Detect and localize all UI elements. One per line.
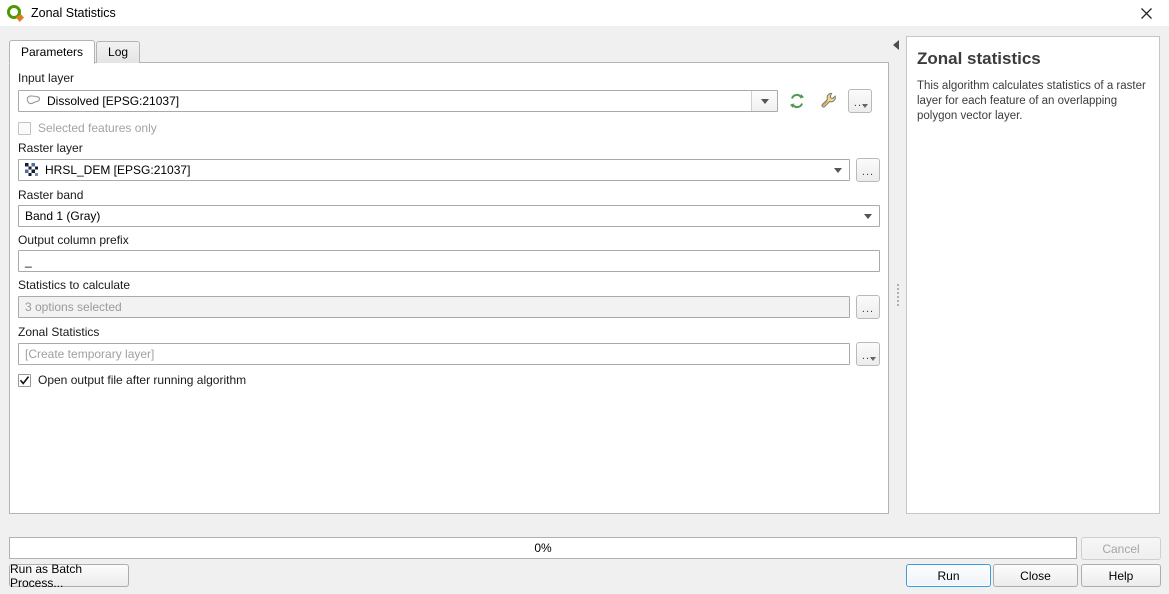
splitter-grip[interactable]: [897, 284, 899, 306]
zonal-statistics-output-placeholder: [Create temporary layer]: [25, 347, 155, 361]
raster-layer-browse-button[interactable]: ...: [856, 158, 880, 182]
input-layer-browse-button[interactable]: ...: [848, 89, 872, 113]
raster-layer-combo[interactable]: HRSL_DEM [EPSG:21037]: [18, 159, 850, 181]
raster-layer-row: HRSL_DEM [EPSG:21037] ...: [18, 158, 880, 182]
input-layer-combo[interactable]: Dissolved [EPSG:21037]: [18, 90, 778, 112]
zonal-statistics-output-row: [Create temporary layer] ...: [18, 342, 880, 366]
run-button[interactable]: Run: [906, 564, 991, 587]
input-layer-label: Input layer: [18, 71, 75, 85]
zonal-statistics-output-input[interactable]: [Create temporary layer]: [18, 343, 850, 365]
help-title: Zonal statistics: [917, 49, 1041, 68]
zonal-statistics-output-browse-button[interactable]: ...: [856, 342, 880, 366]
output-column-prefix-value: _: [25, 254, 32, 268]
input-layer-value: Dissolved [EPSG:21037]: [47, 94, 180, 108]
selected-features-only-row[interactable]: Selected features only: [18, 121, 880, 135]
raster-band-label: Raster band: [18, 188, 84, 202]
statistics-to-calculate-row: 3 options selected ...: [18, 295, 880, 319]
qgis-logo-icon: [7, 5, 24, 22]
open-output-file-row[interactable]: Open output file after running algorithm: [18, 373, 880, 387]
help-body: This algorithm calculates statistics of …: [917, 80, 1146, 122]
chevron-down-icon[interactable]: [827, 160, 849, 180]
polygon-layer-icon: [25, 94, 41, 108]
statistics-to-calculate-input: 3 options selected: [18, 296, 850, 318]
iterate-refresh-icon[interactable]: [784, 88, 810, 114]
statistics-to-calculate-value: 3 options selected: [25, 300, 122, 314]
output-column-prefix-row: _: [18, 250, 880, 272]
window-title: Zonal Statistics: [31, 6, 116, 20]
close-button[interactable]: Close: [993, 564, 1078, 587]
tab-bar: Parameters Log: [9, 40, 141, 64]
panel-splitter[interactable]: [891, 36, 905, 514]
collapse-left-arrow-icon[interactable]: [893, 40, 899, 50]
chevron-down-icon[interactable]: [857, 206, 879, 226]
statistics-to-calculate-browse-button[interactable]: ...: [856, 295, 880, 319]
browse-dots-label: ...: [861, 166, 875, 178]
zonal-statistics-output-label: Zonal Statistics: [18, 325, 100, 339]
raster-layer-label: Raster layer: [18, 141, 83, 155]
progress-bar: 0%: [9, 537, 1077, 559]
output-column-prefix-label: Output column prefix: [18, 233, 129, 247]
window-titlebar: Zonal Statistics: [0, 0, 1169, 26]
chevron-down-icon: [870, 357, 876, 361]
browse-dots-label: ...: [861, 303, 875, 315]
tab-log[interactable]: Log: [96, 41, 141, 63]
raster-band-combo[interactable]: Band 1 (Gray): [18, 205, 880, 227]
cancel-button[interactable]: Cancel: [1081, 537, 1161, 560]
help-button[interactable]: Help: [1081, 564, 1161, 587]
tab-parameters[interactable]: Parameters: [9, 40, 96, 64]
progress-label: 0%: [534, 541, 552, 555]
close-icon[interactable]: [1124, 0, 1169, 26]
chevron-down-icon[interactable]: [751, 91, 777, 111]
selected-features-only-checkbox[interactable]: [18, 121, 31, 135]
raster-layer-value: HRSL_DEM [EPSG:21037]: [45, 163, 191, 177]
raster-band-row: Band 1 (Gray): [18, 205, 880, 227]
wrench-icon[interactable]: [816, 88, 842, 114]
selected-features-only-label: Selected features only: [38, 121, 157, 135]
raster-band-value: Band 1 (Gray): [25, 209, 101, 223]
statistics-to-calculate-label: Statistics to calculate: [18, 278, 131, 292]
input-layer-row: Dissolved [EPSG:21037] ...: [18, 88, 880, 114]
raster-layer-icon: [25, 163, 39, 177]
help-panel: Zonal statistics This algorithm calculat…: [906, 36, 1160, 514]
parameters-panel: Input layer Dissolved [EPSG:21037] ... S…: [9, 62, 889, 514]
open-output-file-label: Open output file after running algorithm: [38, 373, 247, 387]
output-column-prefix-input[interactable]: _: [18, 250, 880, 272]
open-output-file-checkbox[interactable]: [18, 373, 31, 387]
chevron-down-icon: [862, 104, 868, 108]
run-as-batch-process-button[interactable]: Run as Batch Process...: [9, 562, 129, 590]
